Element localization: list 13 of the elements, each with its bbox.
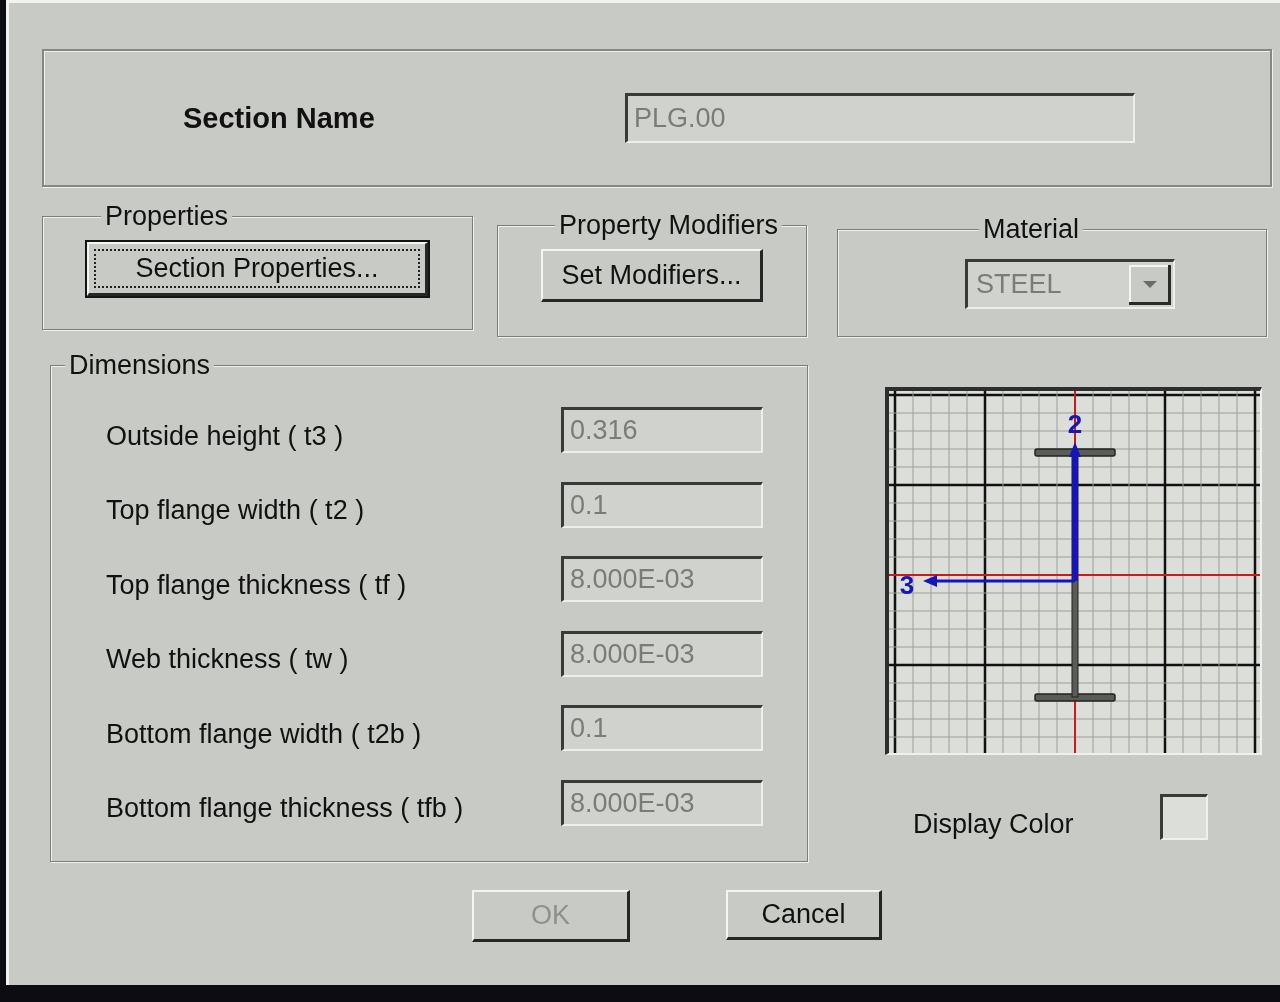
dimension-label: Bottom flange thickness ( tfb ) — [106, 792, 465, 825]
display-color-label: Display Color — [913, 807, 1074, 840]
cancel-button[interactable]: Cancel — [726, 890, 882, 940]
dimension-label: Bottom flange width ( t2b ) — [106, 717, 423, 750]
dimension-label: Top flange width ( t2 ) — [106, 494, 366, 527]
dimension-label: Top flange thickness ( tf ) — [106, 568, 408, 601]
dimension-label: Web thickness ( tw ) — [106, 643, 350, 676]
set-modifiers-button[interactable]: Set Modifiers... — [541, 249, 763, 302]
dimension-label: Outside height ( t3 ) — [106, 419, 345, 452]
axis-label: 3 — [899, 570, 915, 600]
section-properties-button[interactable]: Section Properties... — [87, 242, 428, 296]
section-name-label: Section Name — [183, 101, 376, 135]
color-swatch[interactable] — [1160, 794, 1208, 840]
